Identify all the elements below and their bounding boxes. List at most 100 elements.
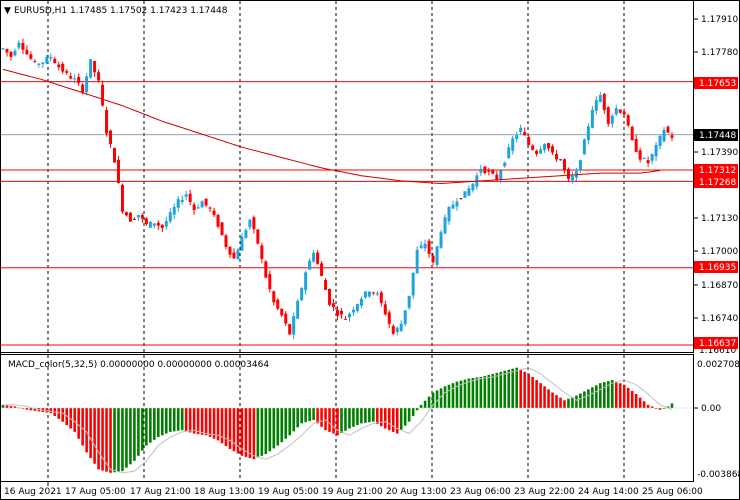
candle-body <box>312 252 316 262</box>
candle-body <box>13 50 17 56</box>
candle-body <box>371 292 375 294</box>
candle-body <box>136 215 140 218</box>
candle-body <box>29 54 33 59</box>
svg-text:1.17268: 1.17268 <box>699 178 736 188</box>
candle-body <box>662 129 666 142</box>
candle-body <box>590 109 594 128</box>
candle-body <box>610 115 614 124</box>
macd-bar <box>348 408 351 429</box>
macd-bar <box>499 371 503 408</box>
macd-bar <box>176 408 180 431</box>
price-tick: 1.17910 <box>701 15 738 25</box>
macd-bar <box>539 383 542 408</box>
macd-bar <box>5 405 9 408</box>
candle-body <box>447 207 451 222</box>
macd-bar <box>200 408 204 435</box>
candle-body <box>535 150 539 155</box>
macd-bar <box>419 404 423 408</box>
chart-canvas[interactable]: ▼ EURUSD,H1 1.17485 1.17502 1.17423 1.17… <box>0 0 740 500</box>
macd-bar <box>451 383 455 408</box>
candle-body <box>140 214 144 219</box>
macd-bar <box>391 408 395 432</box>
candle-body <box>403 310 407 325</box>
candle-body <box>367 291 371 297</box>
macd-bar <box>184 408 188 432</box>
macd-tick: 0.0027083 <box>697 360 740 370</box>
macd-bar <box>145 408 148 446</box>
candle-body <box>618 109 622 113</box>
candle-body <box>296 300 300 319</box>
candle-body <box>499 170 503 180</box>
macd-bar <box>642 401 646 408</box>
macd-bar <box>614 381 618 408</box>
macd-bar <box>272 408 276 449</box>
macd-bar <box>523 371 526 408</box>
candle-body <box>559 159 562 161</box>
macd-bar <box>304 408 307 423</box>
macd-bar <box>284 408 288 439</box>
candle-body <box>21 42 25 50</box>
macd-bar <box>129 408 132 465</box>
macd-bar <box>543 386 546 408</box>
macd-bar <box>471 378 475 408</box>
candle-body <box>527 137 531 145</box>
candle-body <box>511 138 515 151</box>
candle-body <box>570 175 574 181</box>
candle-body <box>594 100 598 111</box>
mt4-chart-window[interactable]: ▼ EURUSD,H1 1.17485 1.17502 1.17423 1.17… <box>0 0 740 500</box>
time-tick: 16 Aug 2021 <box>4 487 62 497</box>
macd-bar <box>264 408 268 455</box>
candle-body <box>359 298 363 306</box>
price-label-level-top: 1.17653 <box>694 77 738 89</box>
macd-tick: 0.00 <box>701 404 721 414</box>
time-tick: 23 Aug 22:00 <box>514 487 575 497</box>
macd-bar <box>380 408 383 427</box>
candle-body <box>551 146 555 153</box>
macd-bar <box>292 408 295 432</box>
time-tick: 24 Aug 14:00 <box>578 487 639 497</box>
candle-body <box>423 243 427 249</box>
macd-bar <box>630 390 634 408</box>
macd-bar <box>121 408 124 472</box>
candle-body <box>547 143 551 149</box>
macd-bar <box>368 408 371 423</box>
macd-bar <box>670 403 674 408</box>
macd-bar <box>149 408 152 443</box>
collapse-triangle-icon[interactable]: ▼ <box>4 6 11 16</box>
time-tick: 18 Aug 13:00 <box>194 487 255 497</box>
candle-body <box>495 174 499 180</box>
macd-bar <box>85 408 88 453</box>
macd-bar <box>300 408 303 424</box>
macd-bar <box>113 408 116 473</box>
macd-bar <box>527 373 530 408</box>
macd-bar <box>467 378 471 408</box>
macd-bar <box>579 393 582 408</box>
candle-body <box>240 236 244 251</box>
candle-body <box>81 84 85 93</box>
candle-body <box>284 313 288 324</box>
macd-bar <box>153 408 156 440</box>
macd-bar <box>160 408 164 436</box>
price-label-level-bottom: 1.16637 <box>694 337 738 349</box>
macd-bar <box>622 384 626 408</box>
macd-bar <box>89 408 92 459</box>
candle-body <box>232 252 236 259</box>
macd-bar <box>387 408 391 431</box>
candle-body <box>113 148 116 163</box>
candle-body <box>120 184 124 212</box>
macd-bar <box>507 369 511 408</box>
macd-bar <box>49 408 53 414</box>
macd-bar <box>280 408 284 443</box>
candle-body <box>435 246 439 265</box>
candle-body <box>5 49 9 53</box>
candle-body <box>1 48 5 50</box>
macd-bar <box>626 387 630 408</box>
candle-body <box>37 63 41 65</box>
candle-body <box>407 295 411 308</box>
candle-body <box>53 58 57 64</box>
candle-body <box>670 135 674 138</box>
macd-bar <box>407 408 411 422</box>
candle-body <box>256 229 260 244</box>
candle-body <box>101 84 105 106</box>
candle-body <box>85 76 89 92</box>
